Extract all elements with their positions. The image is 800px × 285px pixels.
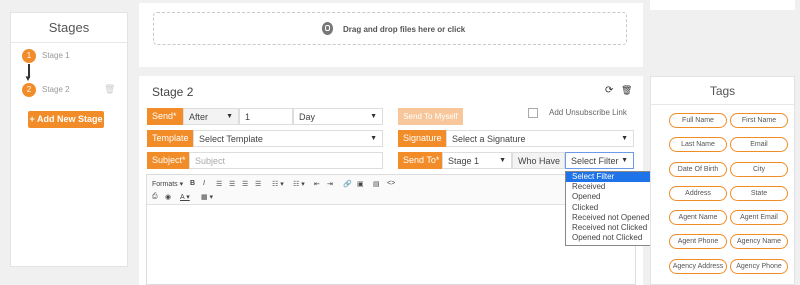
tag-agency-name[interactable]: Agency Name: [730, 234, 788, 249]
dropzone-text: Drag and drop files here or click: [343, 25, 466, 34]
formats-label: Formats: [152, 181, 178, 188]
tag-address[interactable]: Address: [669, 186, 727, 201]
preview-icon[interactable]: ◉: [165, 193, 171, 201]
stage-1-name[interactable]: Stage 1: [42, 51, 70, 60]
media-icon[interactable]: ▤: [373, 180, 380, 188]
tag-email[interactable]: Email: [730, 137, 788, 152]
stage-2-number[interactable]: 2: [22, 83, 36, 97]
subject-label: Subject*: [147, 152, 189, 169]
template-value: Select Template: [199, 134, 263, 144]
editor-toolbar: Formats ▾ B I ☰ ☰ ☰ ☰ ☷ ▾ ☷ ▾ ⇤ ⇥ 🔗 ▣ ▤ …: [147, 175, 635, 205]
tag-last-name[interactable]: Last Name: [669, 137, 727, 152]
chevron-down-icon: ▼: [499, 157, 506, 164]
chevron-down-icon: ▼: [370, 135, 377, 142]
stage-1-number[interactable]: 1: [22, 49, 36, 63]
upload-icon: [322, 22, 333, 35]
send-timing-select[interactable]: After ▼: [183, 108, 239, 125]
bullet-list-icon[interactable]: ☷ ▾: [272, 180, 284, 188]
link-icon[interactable]: 🔗: [343, 180, 352, 188]
tags-panel-top: [650, 0, 795, 10]
chevron-down-icon: ▼: [621, 135, 628, 142]
code-icon[interactable]: <>: [387, 180, 395, 187]
refresh-icon[interactable]: ⟳: [605, 85, 613, 96]
tags-panel: Tags Full Name First Name Last Name Emai…: [650, 76, 795, 285]
send-to-stage-value: Stage 1: [448, 156, 480, 166]
formats-dropdown[interactable]: Formats ▾: [152, 180, 183, 188]
send-label: Send*: [147, 108, 183, 125]
send-amount-input[interactable]: 1: [239, 108, 293, 125]
italic-icon[interactable]: I: [203, 180, 205, 187]
filter-option[interactable]: Received: [566, 182, 653, 192]
tags-title: Tags: [651, 77, 794, 105]
filter-option[interactable]: Opened: [566, 192, 653, 202]
delete-icon[interactable]: 🗑: [621, 85, 632, 96]
send-unit-value: Day: [299, 112, 316, 122]
filter-option[interactable]: Received not Opened: [566, 213, 653, 223]
filter-option[interactable]: Clicked: [566, 203, 653, 213]
tag-agent-email[interactable]: Agent Email: [730, 210, 788, 225]
align-left-icon[interactable]: ☰: [216, 180, 222, 188]
signature-label: Signature: [398, 130, 446, 147]
tag-agent-name[interactable]: Agent Name: [669, 210, 727, 225]
stage-form-title: Stage 2: [152, 85, 194, 99]
chevron-down-icon: ▼: [621, 157, 628, 164]
filter-option[interactable]: Received not Clicked: [566, 223, 653, 233]
filter-option[interactable]: Select Filter: [566, 172, 653, 183]
tag-first-name[interactable]: First Name: [730, 113, 788, 128]
send-to-stage-select[interactable]: Stage 1 ▼: [442, 152, 512, 169]
text-color-icon[interactable]: A ▾: [180, 193, 190, 201]
subject-placeholder: Subject: [195, 156, 226, 166]
tag-agency-address[interactable]: Agency Address: [669, 259, 727, 274]
print-icon[interactable]: ⎙: [152, 193, 158, 201]
stage-2-name[interactable]: Stage 2: [42, 85, 70, 94]
add-new-stage-button[interactable]: + Add New Stage: [28, 111, 104, 128]
filter-value: Select Filter: [571, 156, 619, 166]
unsubscribe-checkbox[interactable]: [528, 108, 538, 118]
outdent-icon[interactable]: ⇤: [314, 180, 320, 188]
who-have-label: Who Have: [512, 152, 565, 169]
stages-title: Stages: [11, 13, 127, 43]
filter-select[interactable]: Select Filter ▼: [565, 152, 634, 169]
template-label: Template: [147, 130, 193, 147]
bold-icon[interactable]: B: [190, 180, 195, 187]
send-timing-value: After: [189, 112, 209, 122]
delete-stage-icon[interactable]: 🗑: [104, 84, 115, 95]
tag-agency-phone[interactable]: Agency Phone: [730, 259, 788, 274]
send-to-label: Send To*: [398, 152, 442, 169]
send-to-myself-button[interactable]: Send To Myself: [398, 108, 463, 125]
background-color-icon[interactable]: ▦ ▾: [201, 193, 213, 201]
email-body-editor[interactable]: Formats ▾ B I ☰ ☰ ☰ ☰ ☷ ▾ ☷ ▾ ⇤ ⇥ 🔗 ▣ ▤ …: [146, 174, 636, 285]
stage-connector-arrow-icon: ▼: [24, 74, 32, 83]
align-center-icon[interactable]: ☰: [229, 180, 235, 188]
signature-value: Select a Signature: [452, 134, 526, 144]
signature-select[interactable]: Select a Signature ▼: [446, 130, 634, 147]
chevron-down-icon: ▼: [370, 113, 377, 120]
indent-icon[interactable]: ⇥: [327, 180, 333, 188]
tag-full-name[interactable]: Full Name: [669, 113, 727, 128]
image-icon[interactable]: ▣: [357, 180, 364, 188]
tag-city[interactable]: City: [730, 162, 788, 177]
filter-option[interactable]: Opened not Clicked: [566, 233, 653, 243]
send-unit-select[interactable]: Day ▼: [293, 108, 383, 125]
filter-dropdown-menu: Select Filter Received Opened Clicked Re…: [565, 171, 654, 246]
tag-agent-phone[interactable]: Agent Phone: [669, 234, 727, 249]
align-right-icon[interactable]: ☰: [242, 180, 248, 188]
align-justify-icon[interactable]: ☰: [255, 180, 261, 188]
subject-input[interactable]: Subject: [189, 152, 383, 169]
unsubscribe-label: Add Unsubscribe Link: [549, 108, 627, 117]
tag-date-of-birth[interactable]: Date Of Birth: [669, 162, 727, 177]
tag-state[interactable]: State: [730, 186, 788, 201]
numbered-list-icon[interactable]: ☷ ▾: [293, 180, 305, 188]
template-select[interactable]: Select Template ▼: [193, 130, 383, 147]
chevron-down-icon: ▼: [226, 113, 233, 120]
